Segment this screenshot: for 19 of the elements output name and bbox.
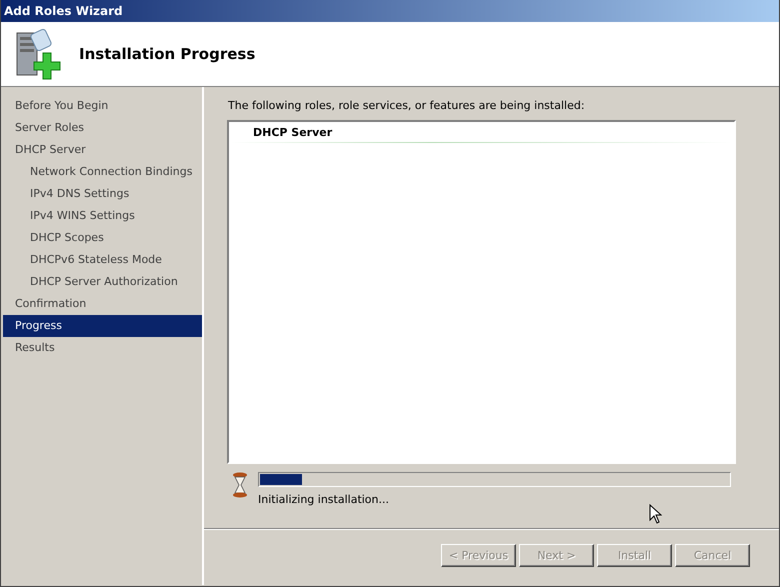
step-item: Progress bbox=[3, 315, 202, 337]
step-item: DHCP Scopes bbox=[29, 230, 105, 246]
step-item: Server Roles bbox=[14, 120, 86, 136]
step-item: Results bbox=[14, 340, 56, 356]
step-item: Network Connection Bindings bbox=[29, 164, 194, 180]
status-text: Initializing installation... bbox=[258, 493, 390, 506]
window-title: Add Roles Wizard bbox=[4, 4, 123, 18]
step-item: Before You Begin bbox=[14, 98, 110, 114]
intro-text: The following roles, role services, or features are being installed: bbox=[228, 99, 586, 112]
cursor-icon bbox=[649, 504, 662, 524]
step-item: DHCP Server bbox=[14, 142, 87, 158]
page-heading: Installation Progress bbox=[79, 45, 256, 63]
role-item: DHCP Server bbox=[231, 124, 732, 143]
step-item: Confirmation bbox=[14, 296, 88, 312]
step-item: IPv4 WINS Settings bbox=[29, 208, 136, 224]
step-item: DHCPv6 Stateless Mode bbox=[29, 252, 163, 268]
step-item: IPv4 DNS Settings bbox=[29, 186, 130, 202]
step-item: DHCP Server Authorization bbox=[29, 274, 179, 290]
hourglass-icon bbox=[232, 472, 248, 498]
